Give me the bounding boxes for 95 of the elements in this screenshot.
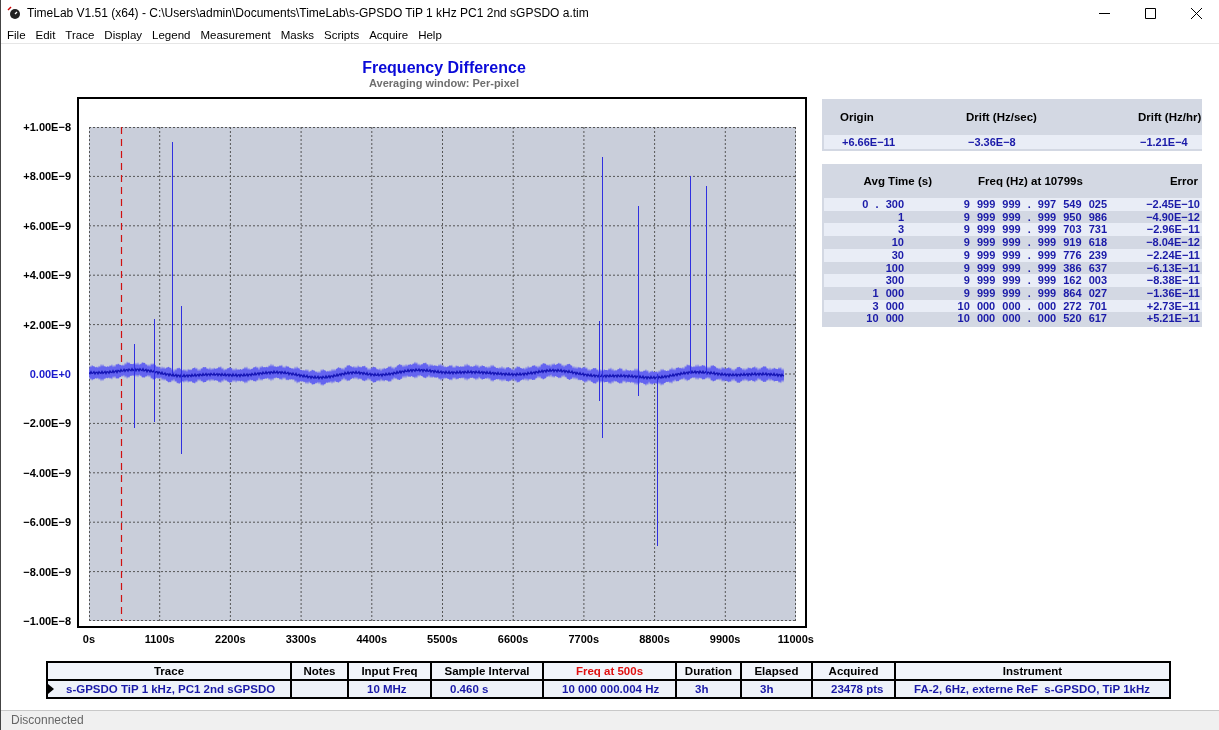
table-cell-text: −1.36E−11	[1145, 286, 1201, 300]
column-header[interactable]: Instrument	[896, 663, 1169, 681]
chart-title: Frequency Difference	[362, 59, 526, 77]
column-header[interactable]: Duration	[677, 663, 742, 681]
menu-item[interactable]: Masks	[275, 28, 319, 41]
table-cell-text: 1	[896, 210, 904, 224]
table-cell-text: 9 999 999 . 999 950 986	[962, 210, 1107, 224]
menu-item[interactable]: Legend	[147, 28, 196, 41]
y-axis-label: −2.00E−9	[23, 417, 71, 430]
table-cell: 0.460 s	[432, 681, 544, 697]
table-cell-text: 9 999 999 . 999 703 731	[962, 223, 1107, 237]
table-cell: 3h	[742, 681, 813, 697]
chart-subtitle: Averaging window: Per-pixel	[369, 77, 519, 89]
menu-item[interactable]: Acquire	[364, 28, 414, 41]
table-cell-text: 30	[890, 248, 904, 262]
table-cell: 10 000 000.004 Hz	[544, 681, 677, 697]
x-axis-label: 9900s	[709, 633, 741, 647]
app-icon	[7, 6, 21, 20]
table-cell-text: 9 999 999 . 999 864 027	[962, 286, 1107, 300]
y-axis-label: +4.00E−9	[23, 269, 71, 282]
table-cell: FA-2, 6Hz, externe ReF s-GPSDO, TiP 1kHz	[896, 681, 1169, 697]
column-header[interactable]: Trace	[48, 663, 292, 681]
table-cell-text: 9 999 999 . 997 549 025	[962, 198, 1107, 211]
window-title: TimeLab V1.51 (x64) - C:\Users\admin\Documents\TimeLab\s-GPSDO TiP 1 kHz PC1 2nd sGPSDO a.tim	[27, 6, 590, 20]
table-cell-text: −2.24E−11	[1145, 248, 1201, 262]
table-cell-text: 10 000	[865, 312, 904, 326]
x-axis-label: 4400s	[356, 633, 387, 647]
table-cell-text: −4.90E−12	[1145, 210, 1201, 224]
y-axis-label: +2.00E−9	[23, 318, 71, 331]
table-cell-text: 300	[884, 274, 904, 287]
table-cell-text: +5.21E−11	[1145, 312, 1201, 326]
x-axis-label: 2200s	[215, 633, 246, 647]
maximize-icon	[1144, 7, 1156, 19]
table-cell-text: 100	[884, 261, 904, 275]
table-cell-text: 10 000 000 . 000 272 701	[956, 299, 1107, 313]
column-header: Drift (Hz/sec)	[965, 111, 1038, 123]
table-cell-text: −2.96E−11	[1145, 223, 1201, 237]
column-header[interactable]: Acquired	[813, 663, 896, 681]
x-axis-label: 1100s	[144, 633, 175, 647]
table-cell-text: −8.04E−12	[1145, 236, 1201, 249]
y-axis-label: −8.00E−9	[23, 565, 71, 578]
x-axis-label: 5500s	[427, 633, 458, 647]
table-cell-text: 9 999 999 . 999 776 239	[962, 248, 1107, 262]
table-cell-text: −6.13E−11	[1145, 261, 1201, 275]
menu-item[interactable]: Measurement	[195, 28, 276, 41]
x-axis-label: 8800s	[639, 633, 670, 647]
table-cell-text: 3	[896, 223, 904, 237]
menu-item[interactable]: Edit	[30, 28, 61, 41]
menu-item[interactable]: Display	[99, 28, 148, 41]
table-cell-text: 10	[890, 236, 904, 249]
y-axis-label: −4.00E−9	[23, 466, 71, 479]
table-cell-text: −2.45E−10	[1145, 198, 1201, 211]
y-axis-label: +1.00E−8	[23, 121, 71, 133]
column-header[interactable]: Freq at 500s	[544, 663, 677, 681]
table-cell: 10 MHz	[349, 681, 432, 697]
column-header: Drift (Hz/hr)	[1137, 111, 1202, 123]
table-cell: s-GPSDO TiP 1 kHz, PC1 2nd sGPSDO	[48, 681, 292, 697]
x-axis-label: 0s	[82, 633, 96, 647]
status-text: Disconnected	[11, 713, 84, 727]
y-axis-label: −1.00E−8	[23, 614, 71, 627]
y-axis-label: +8.00E−9	[23, 170, 71, 183]
table-cell-text: 9 999 999 . 999 386 637	[962, 261, 1107, 275]
table-cell-text: −3.36E−8	[967, 135, 1017, 149]
column-header[interactable]: Elapsed	[742, 663, 813, 681]
y-axis-label: −6.00E−9	[23, 516, 71, 529]
column-header: Error	[1168, 175, 1199, 187]
table-cell-text: +6.66E−11	[841, 135, 897, 149]
menu-item[interactable]: File	[2, 28, 31, 41]
x-axis-label: 3300s	[285, 633, 317, 647]
table-cell-text: 9 999 999 . 999 162 003	[962, 274, 1107, 287]
close-icon	[1190, 7, 1202, 19]
column-header: Origin	[839, 111, 875, 123]
y-axis-label: 0.00E+0	[29, 367, 71, 380]
column-header: Avg Time (s)	[862, 175, 932, 187]
x-axis-label: 11000s	[777, 633, 814, 647]
table-cell: 23478 pts	[813, 681, 896, 697]
menu-item[interactable]: Help	[413, 28, 447, 41]
table-cell-text: +2.73E−11	[1145, 299, 1201, 313]
table-cell-text: −1.21E−4	[1139, 135, 1189, 149]
table-cell: 3h	[677, 681, 742, 697]
table-cell-text: 10 000 000 . 000 520 617	[956, 312, 1107, 326]
table-cell-text: 0 . 300	[861, 198, 904, 211]
table-cell-text: −8.38E−11	[1145, 274, 1201, 287]
menu-item[interactable]: Scripts	[319, 28, 365, 41]
x-axis-label: 6600s	[497, 633, 529, 647]
table-cell-text: 9 999 999 . 999 919 618	[962, 236, 1107, 249]
column-header: Freq (Hz) at 10799s	[977, 175, 1084, 187]
column-header[interactable]: Sample Interval	[432, 663, 544, 681]
menu-item[interactable]: Trace	[60, 28, 100, 41]
x-axis-label: 7700s	[568, 633, 600, 647]
table-cell-text: 1 000	[871, 286, 904, 300]
table-cell-text: 3 000	[871, 299, 904, 313]
column-header[interactable]: Input Freq	[349, 663, 432, 681]
y-axis-label: +6.00E−9	[23, 219, 71, 232]
column-header[interactable]: Notes	[292, 663, 349, 681]
